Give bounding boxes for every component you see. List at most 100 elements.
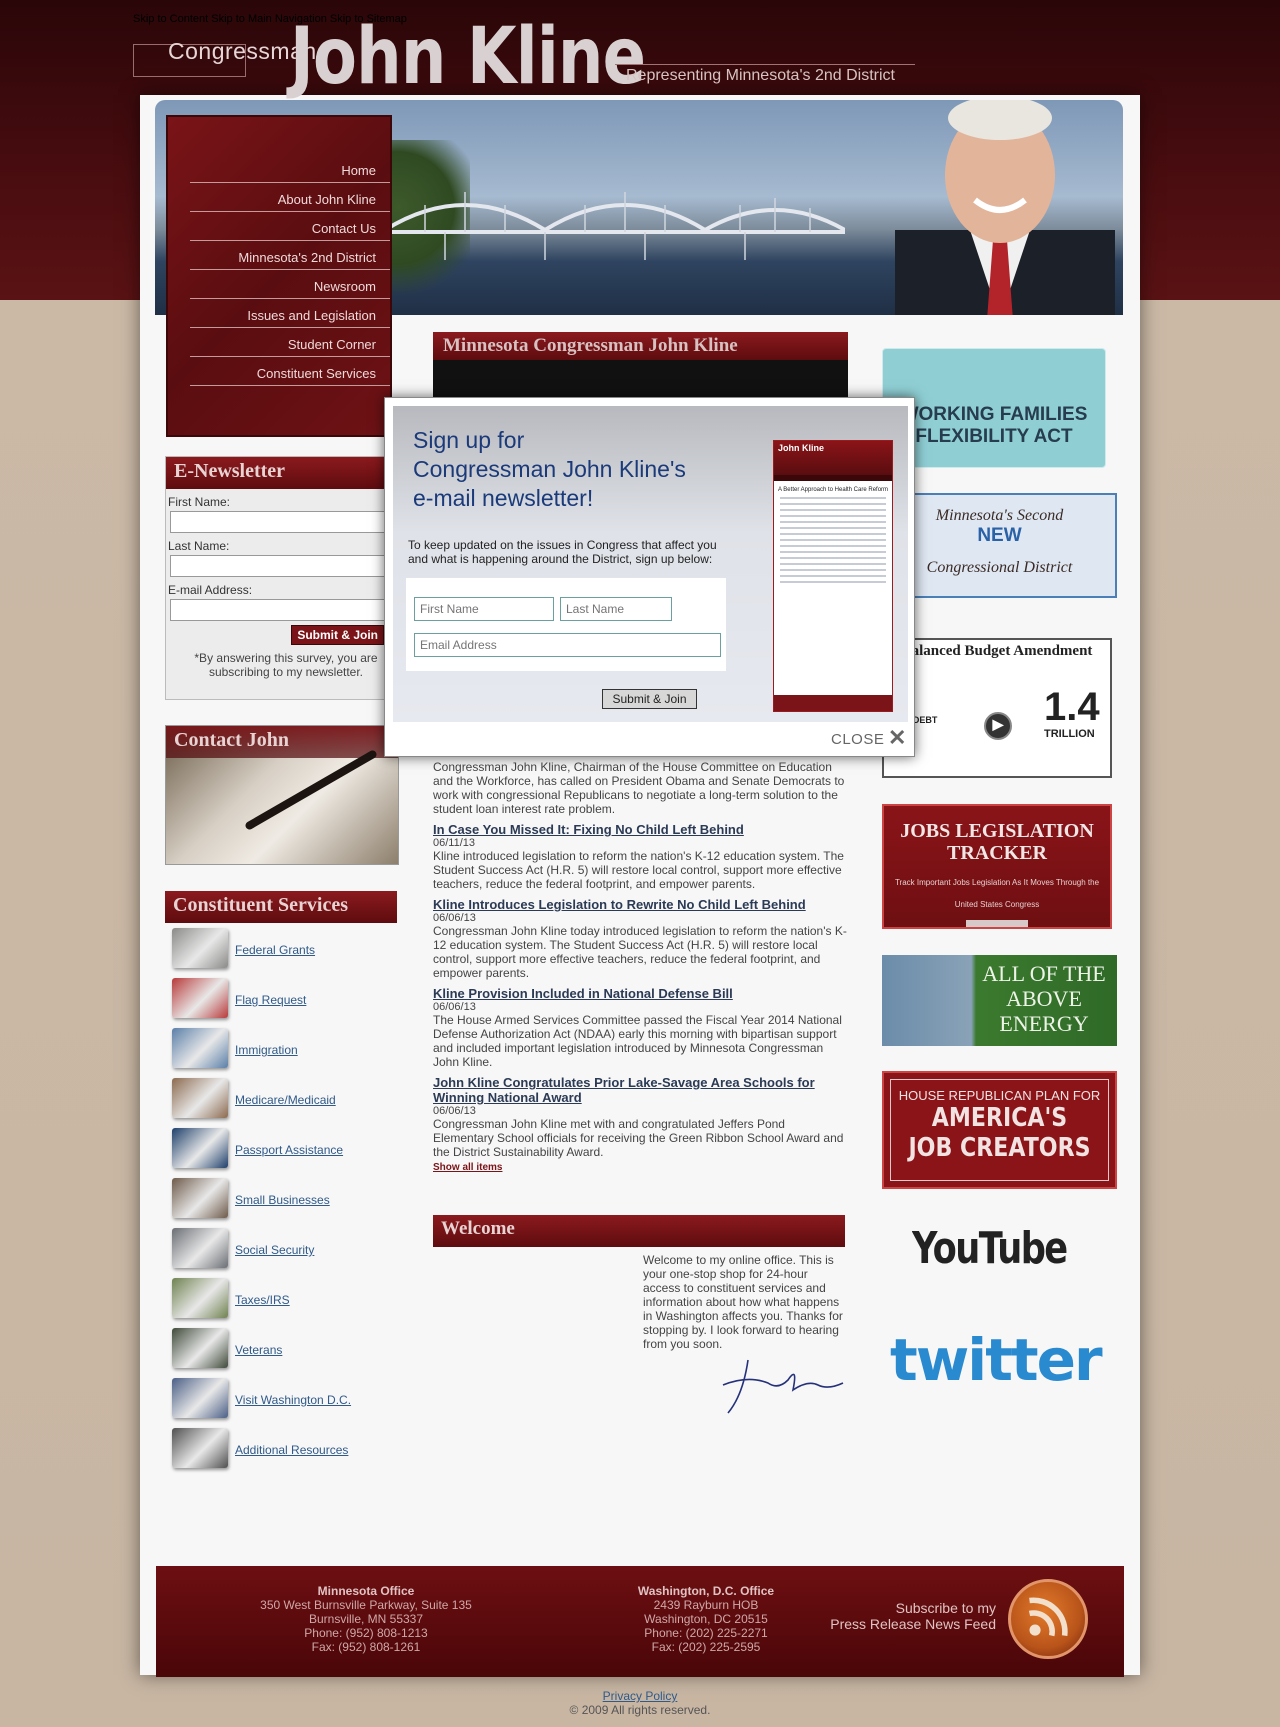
constituent-service-thumbnail[interactable] bbox=[172, 1178, 228, 1218]
preview-line bbox=[780, 515, 886, 517]
constituent-service-link[interactable]: Social Security bbox=[235, 1243, 314, 1257]
close-icon[interactable]: ✕ bbox=[888, 727, 906, 749]
news-date: 06/06/13 bbox=[433, 1001, 476, 1013]
learn-more-button[interactable]: LEARN MORE bbox=[966, 920, 1028, 927]
preview-brand: John Kline bbox=[778, 443, 825, 453]
rss-icon[interactable] bbox=[1008, 1579, 1088, 1659]
preview-header: John Kline bbox=[774, 441, 892, 475]
play-icon[interactable]: ▶ bbox=[984, 712, 1012, 740]
constituent-service-link[interactable]: Taxes/IRS bbox=[235, 1293, 290, 1307]
contact-john-panel[interactable]: Contact John bbox=[165, 725, 399, 865]
constituent-service-thumbnail[interactable] bbox=[172, 1078, 228, 1118]
constituent-service-link[interactable]: Passport Assistance bbox=[235, 1143, 343, 1157]
nav-item-student[interactable]: Student Corner bbox=[190, 333, 390, 357]
constituent-service-link[interactable]: Federal Grants bbox=[235, 943, 315, 957]
constituent-service-thumbnail[interactable] bbox=[172, 978, 228, 1018]
nav-item-about[interactable]: About John Kline bbox=[190, 188, 390, 212]
modal-email-input[interactable] bbox=[414, 633, 721, 657]
constituent-service-link[interactable]: Medicare/Medicaid bbox=[235, 1093, 336, 1107]
constituent-service-item[interactable]: Veterans bbox=[165, 1325, 397, 1373]
constituent-service-item[interactable]: Taxes/IRS bbox=[165, 1275, 397, 1323]
modal-close-label[interactable]: CLOSE bbox=[831, 731, 884, 748]
constituent-service-link[interactable]: Flag Request bbox=[235, 993, 306, 1007]
constituent-service-item[interactable]: Social Security bbox=[165, 1225, 397, 1273]
preview-line bbox=[780, 569, 886, 571]
constituent-service-thumbnail[interactable] bbox=[172, 1028, 228, 1068]
news-title-link[interactable]: John Kline Congratulates Prior Lake-Sava… bbox=[433, 1075, 848, 1105]
working-families-ad[interactable]: WORKING FAMILIES FLEXIBILITY ACT bbox=[882, 348, 1106, 468]
constituent-service-item[interactable]: Flag Request bbox=[165, 975, 397, 1023]
constituent-service-link[interactable]: Additional Resources bbox=[235, 1443, 348, 1457]
preview-line bbox=[780, 539, 886, 541]
nav-item-issues[interactable]: Issues and Legislation bbox=[190, 304, 390, 328]
rss-subscribe-text[interactable]: Subscribe to my Press Release News Feed bbox=[806, 1600, 996, 1632]
twitter-logo[interactable]: twitter bbox=[890, 1326, 1127, 1396]
modal-submit-button[interactable]: Submit & Join bbox=[602, 689, 697, 709]
energy-ad[interactable]: ALL OF THE ABOVE ENERGY bbox=[882, 955, 1117, 1046]
footer-dc-title: Washington, D.C. Office bbox=[637, 1584, 775, 1598]
modal-first-name-input[interactable] bbox=[414, 597, 554, 621]
constituent-service-thumbnail[interactable] bbox=[172, 1328, 228, 1368]
modal-title-line1: Sign up for bbox=[413, 427, 525, 453]
newsletter-modal: Sign up for Congressman John Kline's e-m… bbox=[384, 397, 915, 757]
video-title: Minnesota Congressman John Kline bbox=[433, 332, 848, 360]
nav-item-newsroom[interactable]: Newsroom bbox=[190, 275, 390, 299]
nav-item-constituent[interactable]: Constituent Services bbox=[190, 362, 390, 386]
constituent-service-link[interactable]: Small Businesses bbox=[235, 1193, 330, 1207]
brand-rule bbox=[615, 64, 915, 65]
show-all-link[interactable]: Show all items bbox=[433, 1162, 502, 1173]
constituent-service-item[interactable]: Small Businesses bbox=[165, 1175, 397, 1223]
constituent-service-item[interactable]: Federal Grants bbox=[165, 925, 397, 973]
news-item: Kline Introduces Legislation to Rewrite … bbox=[433, 897, 848, 980]
constituent-service-link[interactable]: Visit Washington D.C. bbox=[235, 1393, 351, 1407]
constituent-service-link[interactable]: Immigration bbox=[235, 1043, 298, 1057]
enewsletter-submit-button[interactable]: Submit & Join bbox=[291, 625, 384, 645]
enewsletter-title: E-Newsletter bbox=[166, 457, 398, 489]
constituent-service-item[interactable]: Visit Washington D.C. bbox=[165, 1375, 397, 1423]
mn-district-ad[interactable]: Minnesota's Second NEW Congressional Dis… bbox=[882, 493, 1117, 598]
news-title-link[interactable]: In Case You Missed It: Fixing No Child L… bbox=[433, 822, 848, 837]
constituent-service-link[interactable]: Veterans bbox=[235, 1343, 282, 1357]
news-title-link[interactable]: Kline Introduces Legislation to Rewrite … bbox=[433, 897, 848, 912]
nav-item-contact[interactable]: Contact Us bbox=[190, 217, 390, 241]
nav-item-district[interactable]: Minnesota's 2nd District bbox=[190, 246, 390, 270]
modal-last-name-input[interactable] bbox=[560, 597, 672, 621]
constituent-service-item[interactable]: Medicare/Medicaid bbox=[165, 1075, 397, 1123]
constituent-service-item[interactable]: Additional Resources bbox=[165, 1425, 397, 1473]
last-name-input[interactable] bbox=[170, 555, 386, 577]
constituent-service-item[interactable]: Immigration bbox=[165, 1025, 397, 1073]
nav-item-home[interactable]: Home bbox=[190, 159, 390, 183]
brand-name[interactable]: John Kline bbox=[290, 12, 646, 102]
brand-subtitle: Representing Minnesota's 2nd District bbox=[626, 67, 895, 84]
footer-dc-line: 2439 Rayburn HOB bbox=[653, 1598, 759, 1612]
constituent-service-thumbnail[interactable] bbox=[172, 1428, 228, 1468]
news-title-link[interactable]: Kline Provision Included in National Def… bbox=[433, 986, 848, 1001]
copyright: © 2009 All rights reserved. bbox=[569, 1703, 711, 1717]
job-creators-ad[interactable]: HOUSE REPUBLICAN PLAN FOR AMERICA'S JOB … bbox=[882, 1071, 1117, 1189]
constituent-service-thumbnail[interactable] bbox=[172, 1128, 228, 1168]
constituent-service-thumbnail[interactable] bbox=[172, 1228, 228, 1268]
constituent-service-thumbnail[interactable] bbox=[172, 1278, 228, 1318]
modal-title-line2: Congressman John Kline's bbox=[413, 456, 686, 482]
balanced-budget-ad[interactable]: Balanced Budget Amendment ERAL DEBT 1.4 … bbox=[882, 638, 1112, 778]
news-item: 06/12/13 Congressman John Kline, Chairma… bbox=[433, 748, 848, 816]
footer-mn-line: Burnsville, MN 55337 bbox=[308, 1612, 424, 1626]
constituent-services-list: Federal Grants Flag Request Immigration Med… bbox=[165, 925, 397, 1473]
jobs-tracker-ad[interactable]: JOBS LEGISLATION TRACKER Track Important… bbox=[882, 804, 1112, 929]
email-input[interactable] bbox=[170, 599, 386, 621]
modal-description: To keep updated on the issues in Congres… bbox=[408, 538, 717, 566]
constituent-service-thumbnail[interactable] bbox=[172, 1378, 228, 1418]
youtube-logo[interactable]: YouTube bbox=[912, 1223, 1112, 1303]
constituent-service-thumbnail[interactable] bbox=[172, 928, 228, 968]
constituent-service-item[interactable]: Passport Assistance bbox=[165, 1125, 397, 1173]
enewsletter-note: *By answering this survey, you are subsc… bbox=[194, 651, 378, 679]
mn-district-line3: Congressional District bbox=[926, 559, 1073, 576]
main-nav: Home About John Kline Contact Us Minneso… bbox=[166, 115, 392, 437]
newsletter-modal-body: Sign up for Congressman John Kline's e-m… bbox=[393, 406, 908, 722]
job-creators-line1: HOUSE REPUBLICAN PLAN FOR bbox=[898, 1088, 1101, 1103]
preview-line bbox=[780, 557, 886, 559]
preview-line bbox=[780, 581, 886, 583]
first-name-input[interactable] bbox=[170, 511, 386, 533]
privacy-policy-link[interactable]: Privacy Policy bbox=[603, 1689, 678, 1703]
modal-form bbox=[406, 578, 726, 671]
